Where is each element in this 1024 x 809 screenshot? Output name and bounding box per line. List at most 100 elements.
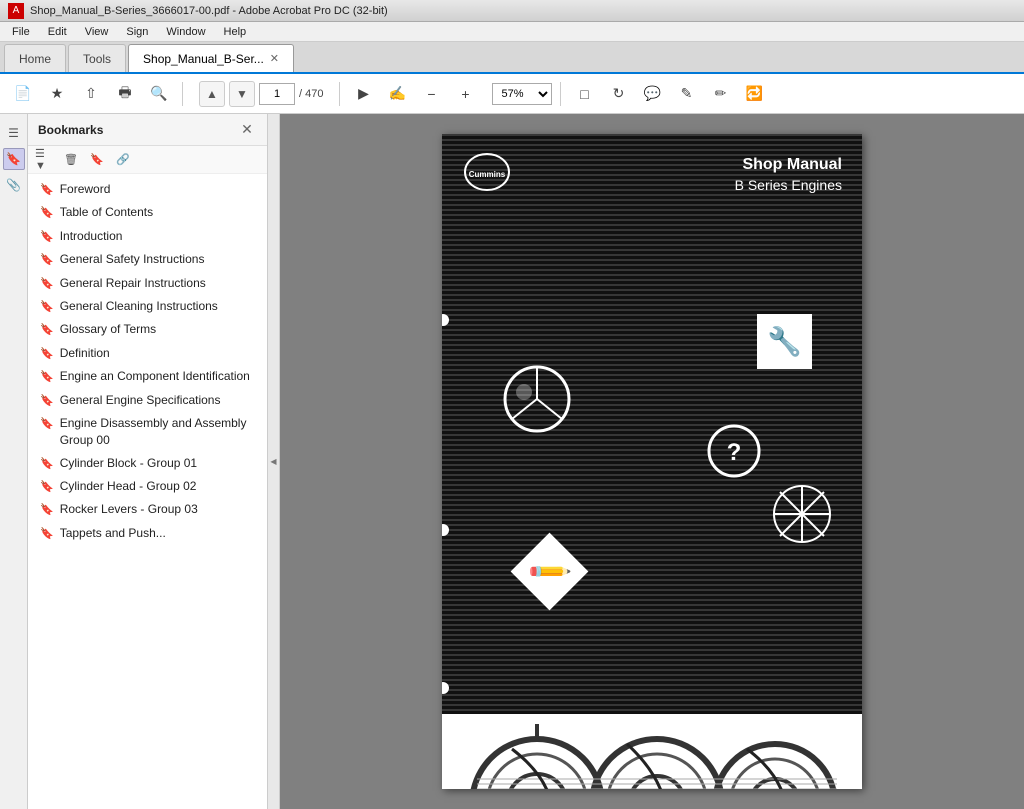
bookmark-icon-foreword: 🔖	[40, 183, 54, 198]
bookmark-item-cylinder-block[interactable]: 🔖 Cylinder Block - Group 01	[28, 452, 267, 475]
bookmark-icon-engine-specs: 🔖	[40, 394, 54, 409]
bookmark-item-engine-id[interactable]: 🔖 Engine an Component Identification	[28, 365, 267, 388]
zoom-in-button[interactable]: +	[450, 79, 480, 109]
bookmark-label-engine-specs: General Engine Specifications	[60, 392, 221, 409]
bookmark-button[interactable]: ★	[42, 79, 72, 109]
bookmark-icon-engine-id: 🔖	[40, 370, 54, 385]
bookmark-label-tappets: Tappets and Push...	[60, 525, 166, 542]
bookmark-label-toc: Table of Contents	[60, 204, 153, 221]
zoom-out-button[interactable]: −	[416, 79, 446, 109]
bookmark-icon-toc: 🔖	[40, 206, 54, 221]
document-viewer: Cummins Shop Manual B Series Engines 🔧	[280, 114, 1024, 809]
menu-bar: File Edit View Sign Window Help	[0, 22, 1024, 42]
bookmarks-add-button[interactable]: 🔖	[86, 149, 108, 171]
main-content: ☰ 🔖 📎 Bookmarks ✕ ☰ ▼ 🗑 🔖 🔗 🔖 Foreword 🔖…	[0, 114, 1024, 809]
bookmarks-close-button[interactable]: ✕	[237, 120, 257, 140]
sidebar-icon-bookmarks[interactable]: 🔖	[3, 148, 25, 170]
bookmark-label-engine-id: Engine an Component Identification	[60, 368, 250, 385]
pen-button[interactable]: ✎	[671, 79, 701, 109]
bookmark-icon-repair: 🔖	[40, 277, 54, 292]
cummins-logo: Cummins	[462, 152, 512, 192]
prev-page-button[interactable]: ▲	[199, 81, 225, 107]
toolbar-separator-2	[339, 82, 340, 106]
menu-file[interactable]: File	[4, 24, 38, 40]
pdf-title-line1: Shop Manual	[735, 154, 842, 176]
comment-button[interactable]: 💬	[637, 79, 667, 109]
title-bar: A Shop_Manual_B-Series_3666017-00.pdf - …	[0, 0, 1024, 22]
bookmark-item-repair[interactable]: 🔖 General Repair Instructions	[28, 272, 267, 295]
hand-tool-button[interactable]: ✍	[382, 79, 412, 109]
bookmarks-toolbar: ☰ ▼ 🗑 🔖 🔗	[28, 146, 267, 174]
toolbar: 📄 ★ ⇧ 🖶 🔍 ▲ ▼ / 470 ▶ ✍ − + 57% 25% 50% …	[0, 74, 1024, 114]
bookmark-label-cylinder-head: Cylinder Head - Group 02	[60, 478, 197, 495]
bookmark-item-glossary[interactable]: 🔖 Glossary of Terms	[28, 318, 267, 341]
menu-view[interactable]: View	[77, 24, 117, 40]
sidebar-icon-pages[interactable]: ☰	[3, 122, 25, 144]
bookmark-label-definition: Definition	[60, 345, 110, 362]
bookmark-item-safety[interactable]: 🔖 General Safety Instructions	[28, 248, 267, 271]
bookmark-label-disassembly: Engine Disassembly and Assembly Group 00	[60, 415, 259, 449]
bookmark-item-rocker-levers[interactable]: 🔖 Rocker Levers - Group 03	[28, 498, 267, 521]
fit-page-button[interactable]: □	[569, 79, 599, 109]
bookmark-icon-disassembly: 🔖	[40, 417, 54, 432]
pdf-title: Shop Manual B Series Engines	[735, 154, 842, 196]
menu-window[interactable]: Window	[158, 24, 213, 40]
bookmark-item-tappets[interactable]: 🔖 Tappets and Push...	[28, 522, 267, 545]
bookmarks-expand-button[interactable]: 🔗	[112, 149, 134, 171]
menu-edit[interactable]: Edit	[40, 24, 75, 40]
page-number-input[interactable]	[259, 83, 295, 105]
bookmark-item-engine-specs[interactable]: 🔖 General Engine Specifications	[28, 389, 267, 412]
bookmark-icon-cylinder-head: 🔖	[40, 480, 54, 495]
menu-sign[interactable]: Sign	[118, 24, 156, 40]
bookmark-label-safety: General Safety Instructions	[60, 251, 205, 268]
panel-collapse-handle[interactable]: ◀	[268, 114, 280, 809]
next-page-button[interactable]: ▼	[229, 81, 255, 107]
bookmark-list: 🔖 Foreword 🔖 Table of Contents 🔖 Introdu…	[28, 174, 267, 809]
rotate-button[interactable]: ↻	[603, 79, 633, 109]
bookmark-item-cleaning[interactable]: 🔖 General Cleaning Instructions	[28, 295, 267, 318]
select-tool-button[interactable]: ▶	[348, 79, 378, 109]
bookmark-item-foreword[interactable]: 🔖 Foreword	[28, 178, 267, 201]
bookmark-item-disassembly[interactable]: 🔖 Engine Disassembly and Assembly Group …	[28, 412, 267, 452]
svg-text:?: ?	[727, 439, 742, 466]
page-navigation: ▲ ▼ / 470	[199, 81, 323, 107]
page-total: / 470	[299, 88, 323, 100]
bookmark-icon-tappets: 🔖	[40, 527, 54, 542]
bookmark-label-introduction: Introduction	[60, 228, 123, 245]
sign-button[interactable]: ✏	[705, 79, 735, 109]
bookmark-icon-definition: 🔖	[40, 347, 54, 362]
pdf-lower-section	[442, 714, 862, 789]
bookmarks-delete-button[interactable]: 🗑	[60, 149, 82, 171]
print-button[interactable]: 🖶	[110, 79, 140, 109]
bookmark-item-definition[interactable]: 🔖 Definition	[28, 342, 267, 365]
bookmark-label-rocker-levers: Rocker Levers - Group 03	[60, 501, 198, 518]
bookmark-icon-rocker-levers: 🔖	[40, 503, 54, 518]
sidebar-icons: ☰ 🔖 📎	[0, 114, 28, 809]
new-file-button[interactable]: 📄	[8, 79, 38, 109]
cover-star-icon	[772, 484, 832, 544]
zoom-area: 57% 25% 50% 75% 100% 150%	[492, 83, 552, 105]
bookmarks-panel: Bookmarks ✕ ☰ ▼ 🗑 🔖 🔗 🔖 Foreword 🔖 Table…	[28, 114, 268, 809]
tab-home[interactable]: Home	[4, 44, 66, 72]
upload-button[interactable]: ⇧	[76, 79, 106, 109]
bookmark-icon-cleaning: 🔖	[40, 300, 54, 315]
tab-bar: Home Tools Shop_Manual_B-Ser... ✕	[0, 42, 1024, 74]
pdf-page: Cummins Shop Manual B Series Engines 🔧	[442, 134, 862, 789]
toolbar-separator-1	[182, 82, 183, 106]
share-button[interactable]: 🔁	[739, 79, 769, 109]
bookmark-item-toc[interactable]: 🔖 Table of Contents	[28, 201, 267, 224]
cover-question-icon: ?	[707, 424, 762, 479]
bookmark-label-cleaning: General Cleaning Instructions	[60, 298, 218, 315]
tab-tools[interactable]: Tools	[68, 44, 126, 72]
tab-document[interactable]: Shop_Manual_B-Ser... ✕	[128, 44, 294, 72]
bookmarks-header: Bookmarks ✕	[28, 114, 267, 146]
tab-close-button[interactable]: ✕	[270, 52, 279, 65]
bookmark-item-cylinder-head[interactable]: 🔖 Cylinder Head - Group 02	[28, 475, 267, 498]
sidebar-icon-attachments[interactable]: 📎	[3, 174, 25, 196]
engine-svg-drawing	[457, 719, 847, 789]
bookmarks-options-button[interactable]: ☰ ▼	[34, 149, 56, 171]
bookmark-item-introduction[interactable]: 🔖 Introduction	[28, 225, 267, 248]
zoom-out-toolbar-button[interactable]: 🔍	[144, 79, 174, 109]
menu-help[interactable]: Help	[216, 24, 255, 40]
zoom-select[interactable]: 57% 25% 50% 75% 100% 150%	[492, 83, 552, 105]
